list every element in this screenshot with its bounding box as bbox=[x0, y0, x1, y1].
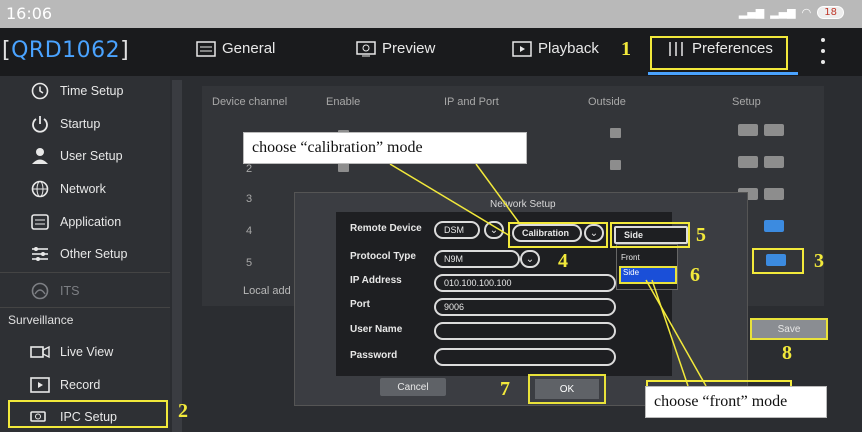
its-icon bbox=[31, 282, 49, 300]
outside-checkbox[interactable] bbox=[610, 128, 621, 138]
step-number: 3 bbox=[814, 250, 824, 272]
user-name-field[interactable] bbox=[434, 322, 616, 340]
sidebar-scrollbar[interactable] bbox=[172, 80, 182, 432]
ip-address-label: IP Address bbox=[350, 275, 402, 286]
general-icon bbox=[196, 40, 216, 57]
callout-front: choose “front” mode bbox=[645, 386, 827, 418]
password-field[interactable] bbox=[434, 348, 616, 366]
column-header: Device channel bbox=[212, 96, 288, 108]
battery-icon: 18 bbox=[817, 6, 844, 19]
local-address-label: Local add bbox=[243, 285, 291, 297]
port-label: Port bbox=[350, 299, 370, 310]
status-time: 16:06 bbox=[6, 4, 53, 23]
port-field[interactable]: 9006 bbox=[434, 298, 616, 316]
tab-preview[interactable]: Preview bbox=[356, 40, 435, 57]
globe-icon bbox=[31, 180, 49, 198]
sidebar-item-other-setup[interactable]: Other Setup bbox=[0, 239, 170, 269]
sidebar-item-application[interactable]: Application bbox=[0, 207, 170, 237]
dropdown-option-side[interactable]: Side bbox=[619, 266, 677, 284]
annotation-box-ipc-setup bbox=[8, 400, 168, 428]
playback-icon bbox=[512, 40, 532, 57]
protocol-type-label: Protocol Type bbox=[350, 251, 416, 262]
active-tab-indicator bbox=[648, 72, 798, 75]
more-menu-icon[interactable] bbox=[818, 38, 828, 64]
user-icon bbox=[32, 148, 48, 164]
record-icon bbox=[30, 377, 50, 393]
application-icon bbox=[31, 214, 49, 230]
sidebar-item-time-setup[interactable]: Time Setup bbox=[0, 76, 170, 106]
outside-checkbox[interactable] bbox=[610, 160, 621, 170]
step-number: 8 bbox=[782, 342, 792, 364]
annotation-box-calibration bbox=[508, 222, 608, 248]
ok-button[interactable]: OK bbox=[535, 379, 599, 399]
remote-device-label: Remote Device bbox=[350, 223, 422, 234]
sidebar-item-its[interactable]: ITS bbox=[0, 276, 170, 306]
status-icons: ▂▄▆ ▂▄▆ ◠ 18 bbox=[739, 6, 844, 19]
annotation-box-preferences bbox=[650, 36, 788, 70]
column-header: Outside bbox=[588, 96, 626, 108]
column-header: IP and Port bbox=[444, 96, 499, 108]
step-number: 7 bbox=[500, 378, 510, 400]
save-button[interactable]: Save bbox=[750, 318, 828, 340]
clock-icon bbox=[31, 82, 49, 100]
step-number: 2 bbox=[178, 400, 188, 422]
remote-device-select[interactable]: DSM bbox=[434, 221, 480, 239]
column-header: Setup bbox=[732, 96, 761, 108]
row-channel: 4 bbox=[246, 225, 253, 237]
app-brand: [QRD1062] bbox=[2, 38, 130, 63]
column-header: Enable bbox=[326, 96, 361, 108]
ok-button-highlight: OK bbox=[528, 374, 606, 404]
step-number: 4 bbox=[558, 250, 568, 272]
sidebar-item-record[interactable]: Record bbox=[0, 370, 170, 400]
dropdown-option-front[interactable]: Front bbox=[621, 253, 640, 262]
edit-icon[interactable] bbox=[764, 188, 784, 200]
dialog-title: Network Setup bbox=[490, 199, 556, 210]
sidebar-divider bbox=[0, 272, 170, 273]
wifi-icon: ◠ bbox=[801, 6, 812, 19]
edit-icon[interactable] bbox=[764, 124, 784, 136]
video-camera-icon bbox=[30, 345, 50, 359]
search-icon[interactable] bbox=[738, 156, 758, 168]
step-number: 6 bbox=[690, 264, 700, 286]
step-number: 5 bbox=[696, 224, 706, 246]
power-icon bbox=[32, 116, 48, 133]
search-icon[interactable] bbox=[738, 124, 758, 136]
preview-icon bbox=[356, 40, 376, 56]
ip-address-field[interactable]: 010.100.100.100 bbox=[434, 274, 616, 292]
row-channel: 5 bbox=[246, 257, 253, 269]
edit-icon[interactable] bbox=[764, 156, 784, 168]
user-name-label: User Name bbox=[350, 324, 403, 335]
signal-icon: ▂▄▆ bbox=[770, 6, 796, 19]
chevron-down-icon[interactable]: ⌄ bbox=[520, 250, 540, 268]
annotation-box-setup bbox=[752, 248, 804, 274]
callout-calibration: choose “calibration” mode bbox=[243, 132, 527, 164]
sidebar-item-network[interactable]: Network bbox=[0, 174, 170, 204]
step-number: 1 bbox=[621, 38, 631, 60]
password-label: Password bbox=[350, 350, 398, 361]
cancel-button[interactable]: Cancel bbox=[380, 378, 446, 396]
annotation-box-side bbox=[610, 222, 690, 248]
tab-playback[interactable]: Playback bbox=[512, 40, 599, 57]
chevron-down-icon[interactable]: ⌄ bbox=[484, 221, 504, 239]
protocol-type-select[interactable]: N9M bbox=[434, 250, 520, 268]
row-channel: 2 bbox=[246, 163, 253, 175]
settings-sliders-icon bbox=[32, 247, 48, 261]
signal-icon: ▂▄▆ bbox=[738, 6, 765, 19]
tab-general[interactable]: General bbox=[196, 40, 275, 57]
edit-icon[interactable] bbox=[764, 220, 784, 232]
sidebar-item-user-setup[interactable]: User Setup bbox=[0, 141, 170, 171]
sidebar-item-live-view[interactable]: Live View bbox=[0, 337, 170, 367]
sidebar-divider bbox=[0, 307, 170, 308]
sidebar-section-surveillance: Surveillance bbox=[8, 313, 74, 327]
sidebar-item-startup[interactable]: Startup bbox=[0, 109, 170, 139]
row-channel: 3 bbox=[246, 193, 253, 205]
status-bar: 16:06 ▂▄▆ ▂▄▆ ◠ 18 bbox=[0, 0, 862, 28]
